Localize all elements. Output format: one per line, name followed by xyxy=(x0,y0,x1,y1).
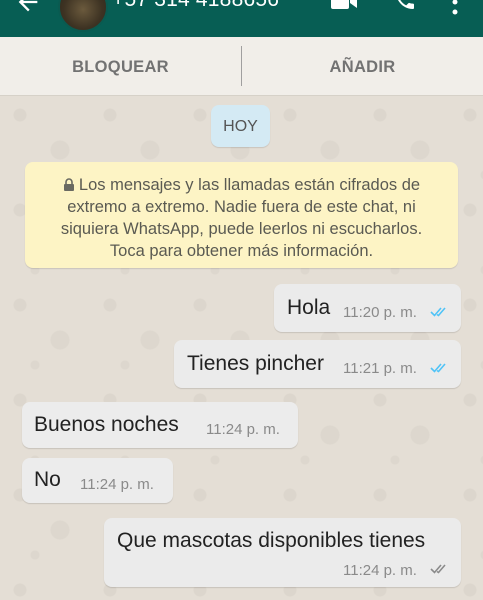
message-bubble-outgoing[interactable]: Tienes pincher 11:21 p. m. xyxy=(174,340,461,388)
back-arrow-icon[interactable] xyxy=(14,0,42,16)
video-call-icon[interactable] xyxy=(330,0,358,12)
message-bubble-outgoing[interactable]: Hola 11:20 p. m. xyxy=(274,284,461,332)
encryption-notice-line-4: Toca para obtener más información. xyxy=(109,242,374,260)
message-time: 11:24 p. m. xyxy=(343,562,417,579)
message-time: 11:24 p. m. xyxy=(206,421,280,438)
date-chip: HOY xyxy=(211,105,270,147)
message-bubble-outgoing[interactable]: Que mascotas disponibles tienes 11:24 p.… xyxy=(104,518,461,587)
message-text: Buenos noches xyxy=(34,413,179,436)
message-text: Que mascotas disponibles tienes xyxy=(117,529,426,552)
message-text: Tienes pincher xyxy=(187,352,324,375)
message-time: 11:24 p. m. xyxy=(80,476,154,493)
encryption-notice[interactable]: Los mensajes y las llamadas están cifrad… xyxy=(25,162,458,268)
double-check-icon xyxy=(430,307,446,317)
more-options-icon[interactable] xyxy=(448,0,462,16)
lock-icon xyxy=(63,178,74,191)
message-bubble-incoming[interactable]: Buenos noches 11:24 p. m. xyxy=(22,402,298,448)
chat-header: +57 314 4188656 xyxy=(0,0,483,37)
unknown-contact-actions: BLOQUEAR AÑADIR xyxy=(0,37,483,96)
message-time: 11:20 p. m. xyxy=(343,304,417,321)
encryption-notice-line-2: extremo a extremo. Nadie fuera de este c… xyxy=(67,198,416,216)
message-bubble-incoming[interactable]: No 11:24 p. m. xyxy=(22,458,173,503)
contact-avatar[interactable] xyxy=(58,0,108,32)
phone-call-icon[interactable] xyxy=(393,0,417,12)
contact-name[interactable]: +57 314 4188656 xyxy=(112,0,279,12)
encryption-notice-line-1: Los mensajes y las llamadas están cifrad… xyxy=(25,174,458,196)
message-time: 11:21 p. m. xyxy=(343,360,417,377)
encryption-notice-text-1: Los mensajes y las llamadas están cifrad… xyxy=(78,176,421,194)
message-text: No xyxy=(34,468,61,491)
double-check-icon xyxy=(430,564,446,574)
encryption-notice-line-3: siquiera WhatsApp, puede leerlos ni escu… xyxy=(60,220,423,238)
block-button[interactable]: BLOQUEAR xyxy=(0,37,241,95)
add-contact-button[interactable]: AÑADIR xyxy=(242,37,483,95)
message-text: Hola xyxy=(287,296,331,319)
double-check-icon xyxy=(430,363,446,373)
